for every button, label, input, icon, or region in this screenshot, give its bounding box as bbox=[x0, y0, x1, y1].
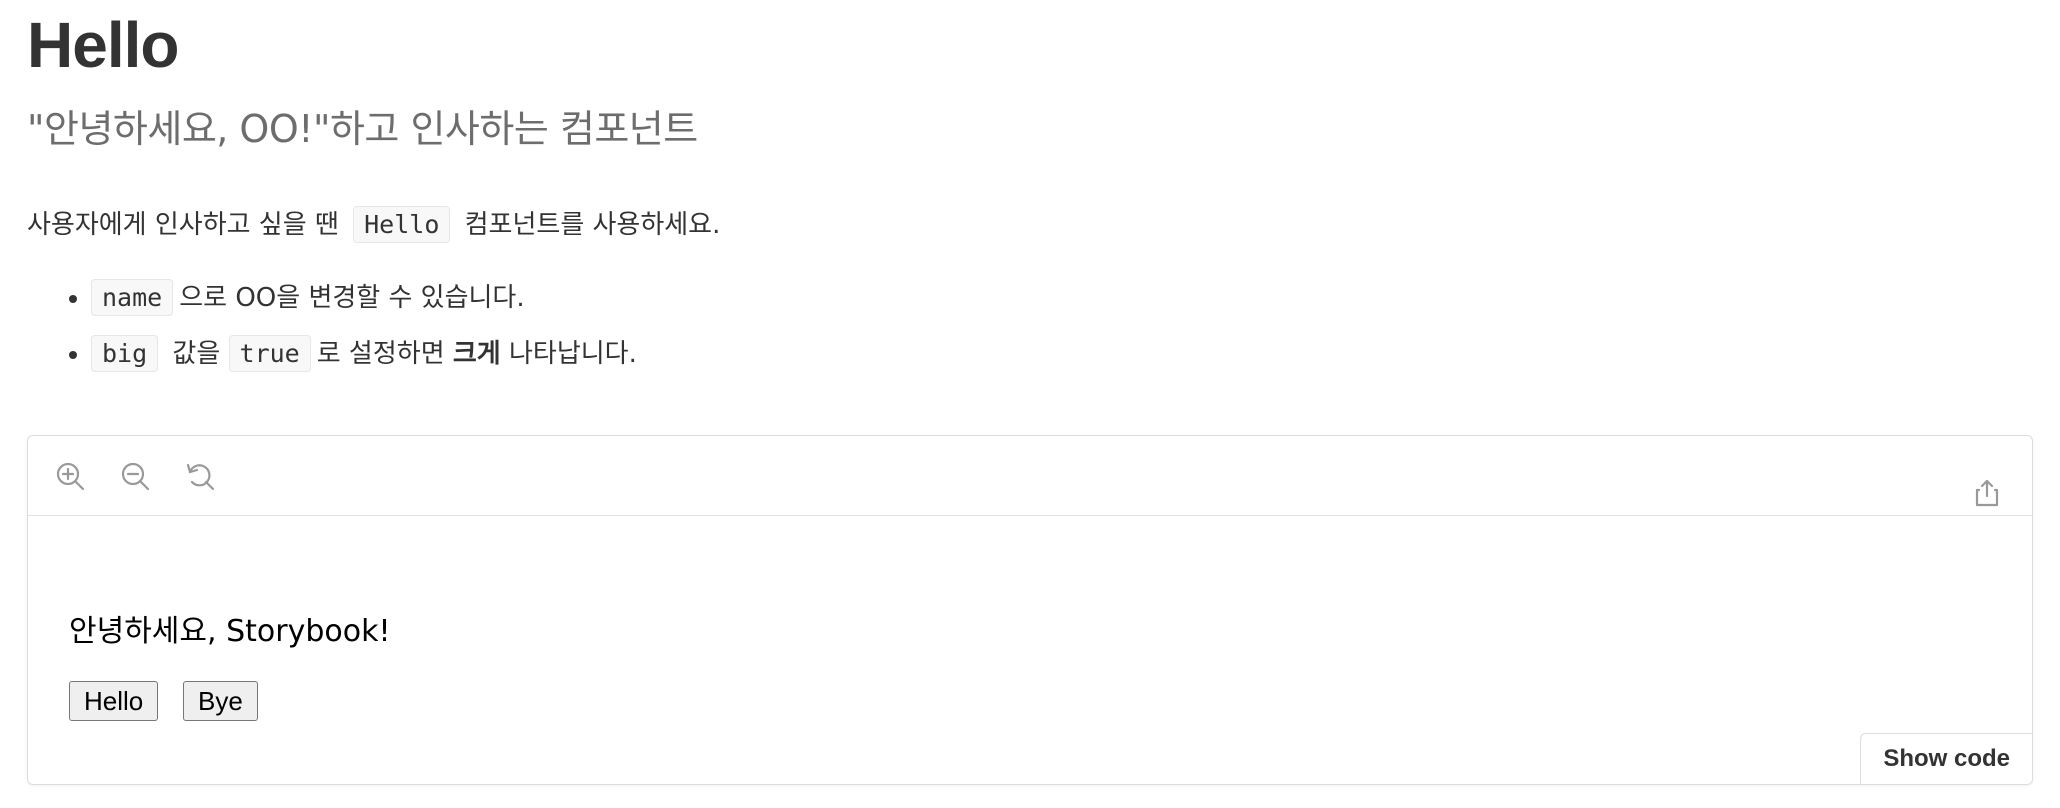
intro-code: Hello bbox=[353, 206, 451, 243]
intro-text-after: 컴포넌트를 사용하세요. bbox=[464, 210, 721, 240]
show-code-button[interactable]: Show code bbox=[1860, 733, 2032, 784]
page-subtitle: "안녕하세요, OO!"하고 인사하는 컴포넌트 bbox=[27, 107, 698, 151]
code-name: name bbox=[91, 279, 174, 316]
intro-paragraph: 사용자에게 인사하고 싶을 땐 Hello 컴포넌트를 사용하세요. bbox=[27, 204, 721, 243]
greeting-text: 안녕하세요, Storybook! bbox=[69, 614, 391, 649]
preview-toolbar bbox=[28, 436, 2032, 516]
bold-text: 크게 bbox=[452, 339, 501, 369]
code-true: true bbox=[228, 335, 311, 372]
list-item-text: 나타납니다. bbox=[509, 339, 637, 369]
intro-text-before: 사용자에게 인사하고 싶을 땐 bbox=[27, 210, 339, 240]
props-list: name으로 OO을 변경할 수 있습니다. big 값을 true로 설정하면… bbox=[27, 270, 637, 382]
story-preview: 안녕하세요, Storybook! Hello Bye Show code bbox=[27, 435, 2033, 785]
zoom-in-icon[interactable] bbox=[54, 460, 88, 494]
bye-button[interactable]: Bye bbox=[183, 681, 258, 721]
zoom-out-icon[interactable] bbox=[119, 460, 153, 494]
list-item-text: 로 설정하면 bbox=[316, 339, 445, 369]
list-item-text: 으로 OO을 변경할 수 있습니다. bbox=[179, 283, 525, 313]
story-canvas: 안녕하세요, Storybook! Hello Bye Show code bbox=[28, 516, 2032, 784]
share-icon[interactable] bbox=[1972, 478, 2002, 508]
page-title: Hello bbox=[27, 9, 179, 81]
hello-button[interactable]: Hello bbox=[69, 681, 159, 721]
list-item-big: big 값을 true로 설정하면 크게 나타납니다. bbox=[91, 326, 637, 382]
reset-zoom-icon[interactable] bbox=[184, 460, 218, 494]
list-item-text: 값을 bbox=[172, 339, 221, 369]
list-item-name: name으로 OO을 변경할 수 있습니다. bbox=[91, 270, 637, 326]
code-big: big bbox=[91, 335, 159, 372]
